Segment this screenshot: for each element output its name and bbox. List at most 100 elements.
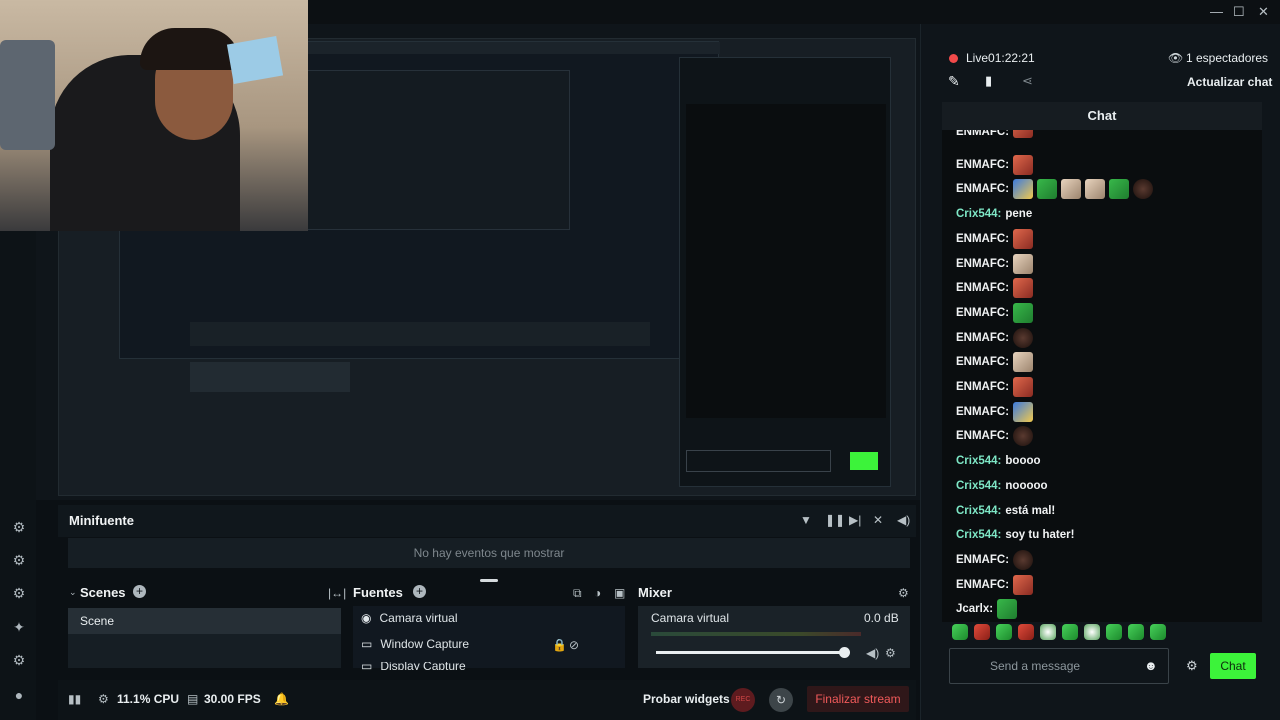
mixer-channel-settings-icon[interactable]: ⚙	[885, 646, 896, 660]
emote-button[interactable]	[1150, 624, 1166, 640]
emote-button[interactable]	[1062, 624, 1078, 640]
emote-button[interactable]	[1128, 624, 1144, 640]
nested-minifuente	[190, 322, 650, 346]
camera-icon: ◉	[361, 611, 372, 625]
mixer-settings-icon[interactable]: ⚙	[898, 586, 909, 600]
minimize-icon[interactable]: —	[1210, 4, 1223, 19]
edit-icon[interactable]: ✎	[948, 73, 960, 90]
webcam-feed	[0, 0, 308, 231]
chat-text: pene	[1005, 208, 1033, 221]
emoji-picker-icon[interactable]: ☻	[1144, 658, 1158, 673]
source-item[interactable]: ▭ Display Capture	[361, 662, 466, 670]
chat-username[interactable]: Jcarlx:	[956, 603, 993, 615]
chat-input[interactable]: Send a message	[949, 648, 1169, 684]
source-label: Display Capture	[380, 662, 466, 670]
dashboard-icon[interactable]: ▮	[985, 73, 992, 89]
resize-handle[interactable]	[480, 579, 498, 582]
source-properties-icon[interactable]: ⧉	[573, 586, 582, 601]
chat-username[interactable]: ENMAFC:	[956, 579, 1009, 591]
close-icon[interactable]: ✕	[1258, 4, 1269, 20]
chat-settings-icon[interactable]: ⚙	[1186, 658, 1198, 674]
chat-message: ENMAFC:	[956, 179, 1154, 200]
mute-alerts-icon[interactable]: ✕	[873, 513, 883, 527]
source-item[interactable]: ▭ Window Capture	[361, 637, 469, 651]
refresh-chat-button[interactable]: Actualizar chat	[1187, 75, 1272, 89]
chat-username[interactable]: Crix544:	[956, 529, 1001, 541]
volume-slider-handle[interactable]	[839, 647, 850, 658]
chat-message: ENMAFC:	[956, 549, 1034, 570]
chat-username[interactable]: Crix544:	[956, 208, 1001, 220]
chat-emote	[1085, 179, 1106, 200]
chat-username[interactable]: ENMAFC:	[956, 307, 1009, 319]
window-icon: ▭	[361, 637, 373, 651]
end-stream-button[interactable]: Finalizar stream	[807, 686, 909, 712]
emote-button[interactable]	[1040, 624, 1056, 640]
stats-icon[interactable]: ▮▮	[68, 692, 81, 706]
filter-icon[interactable]: ▼	[800, 513, 812, 527]
chat-username[interactable]: ENMAFC:	[956, 356, 1009, 368]
emote-button[interactable]	[974, 624, 990, 640]
emote-shortcuts	[952, 624, 1252, 642]
chat-username[interactable]: ENMAFC:	[956, 233, 1009, 245]
chat-message: ENMAFC:	[956, 377, 1034, 397]
background-poster	[226, 35, 284, 85]
chat-username[interactable]: Crix544:	[956, 455, 1001, 467]
chat-username[interactable]: ENMAFC:	[956, 406, 1009, 418]
editor-icon[interactable]: ⚙	[9, 550, 29, 570]
test-widgets-button[interactable]: Probar widgets	[643, 692, 730, 706]
mixer-channel-name: Camara virtual	[651, 611, 730, 625]
volume-slider[interactable]	[656, 651, 846, 654]
chat-message: ENMAFC:	[956, 352, 1034, 373]
chat-username[interactable]: ENMAFC:	[956, 130, 1009, 138]
chat-send-button[interactable]: Chat	[1210, 653, 1256, 679]
collapse-scenes-icon[interactable]: ⌄	[69, 587, 77, 598]
source-folder-icon[interactable]: ▣	[614, 586, 625, 600]
chat-username[interactable]: ENMAFC:	[956, 183, 1009, 195]
emote-button[interactable]	[952, 624, 968, 640]
emote-button[interactable]	[1018, 624, 1034, 640]
add-scene-button[interactable]: +	[133, 585, 146, 598]
source-item[interactable]: ◉ Camara virtual	[361, 611, 458, 625]
replay-buffer-icon[interactable]: ↻	[769, 688, 793, 712]
chat-username[interactable]: Crix544:	[956, 480, 1001, 492]
maximize-icon[interactable]: ☐	[1233, 4, 1245, 20]
emote-button[interactable]	[996, 624, 1012, 640]
profile-icon[interactable]: ●	[9, 685, 29, 705]
chat-message: ENMAFC:	[956, 228, 1034, 249]
emote-button[interactable]	[1084, 624, 1100, 640]
pause-icon[interactable]: ❚❚	[825, 513, 845, 527]
chat-emote	[1013, 278, 1034, 299]
chat-username[interactable]: ENMAFC:	[956, 159, 1009, 171]
hidden-eye-icon[interactable]: ⊘	[569, 638, 579, 652]
chat-emote	[1109, 179, 1130, 200]
skip-icon[interactable]: ▶|	[849, 513, 861, 527]
themes-icon[interactable]: ⚙	[9, 517, 29, 537]
background-bag	[0, 40, 55, 150]
chat-username[interactable]: Crix544:	[956, 505, 1001, 517]
add-source-button[interactable]: +	[413, 585, 426, 598]
chat-username[interactable]: ENMAFC:	[956, 332, 1009, 344]
transitions-icon[interactable]: |↔|	[328, 586, 346, 600]
cpu-usage: 11.1% CPU	[117, 692, 180, 706]
chat-username[interactable]: ENMAFC:	[956, 381, 1009, 393]
chat-username[interactable]: ENMAFC:	[956, 258, 1009, 270]
chat-message: ENMAFC:	[956, 401, 1034, 422]
share-icon[interactable]: ⋖	[1022, 73, 1033, 89]
chat-username[interactable]: ENMAFC:	[956, 282, 1009, 294]
live-indicator	[949, 54, 958, 63]
scene-item[interactable]: Scene	[68, 608, 341, 634]
chat-emote	[1013, 228, 1034, 249]
chat-username[interactable]: ENMAFC:	[956, 430, 1009, 442]
volume-icon[interactable]: ◀)	[897, 513, 910, 527]
emote-button[interactable]	[1106, 624, 1122, 640]
chat-emote	[1013, 130, 1034, 138]
record-button[interactable]: REC	[731, 688, 755, 712]
settings-icon[interactable]: ⚙	[9, 650, 29, 670]
lock-icon[interactable]: 🔒	[552, 638, 567, 652]
highlighter-icon[interactable]: ✦	[9, 617, 29, 637]
mixer-volume-icon[interactable]: ◀)	[866, 646, 879, 660]
chat-username[interactable]: ENMAFC:	[956, 554, 1009, 566]
notification-bell-icon[interactable]: 🔔	[274, 692, 289, 706]
source-filters-icon[interactable]: ◑	[594, 586, 601, 600]
layout-icon[interactable]: ⚙	[9, 583, 29, 603]
